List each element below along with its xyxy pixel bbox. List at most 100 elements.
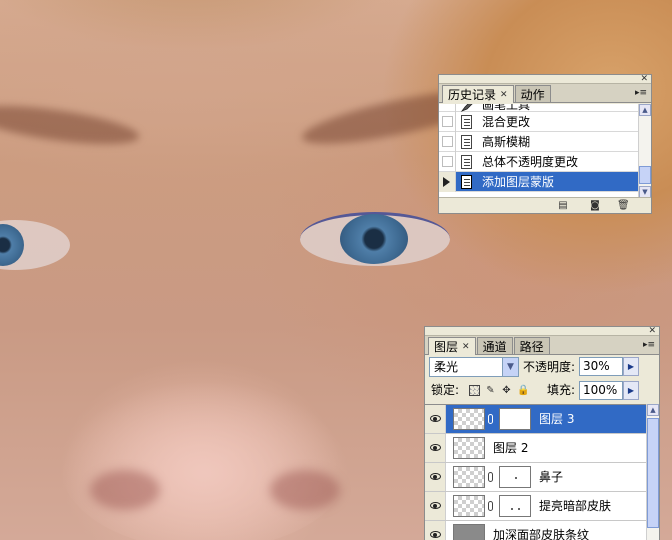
tab-actions[interactable]: 动作 [514, 85, 551, 102]
history-state-icon [460, 174, 476, 189]
history-state-marker[interactable] [439, 171, 456, 192]
history-item[interactable]: 混合更改 [439, 111, 638, 132]
visibility-toggle[interactable] [425, 463, 446, 491]
layer-row[interactable]: 提亮暗部皮肤 [425, 492, 646, 521]
layer-row[interactable]: 鼻子 [425, 463, 646, 492]
layer-mask-thumbnail[interactable] [499, 408, 531, 430]
history-list: 画笔工具 混合更改 高斯模糊 总体不透明度更改 添加图层蒙版 [439, 104, 638, 204]
panel-menu-icon[interactable]: ▸≡ [634, 87, 648, 99]
lock-label: 锁定: [431, 383, 460, 397]
create-snapshot-icon[interactable]: ◙ [589, 200, 601, 211]
snapshot-checkbox[interactable] [439, 111, 456, 132]
layer-name: 图层 3 [539, 412, 575, 426]
left-eyebrow [0, 98, 142, 152]
close-tab-icon[interactable]: ✕ [500, 90, 508, 100]
layer-name: 鼻子 [539, 470, 564, 484]
tab-actions-label: 动作 [520, 87, 545, 102]
layers-tabbar: 图层 ✕ 通道 路径 ▸≡ [425, 336, 659, 355]
scroll-up-button[interactable]: ▲ [639, 104, 651, 116]
brush-icon [460, 104, 476, 112]
layer-thumbnail [453, 408, 485, 430]
link-icon[interactable] [488, 472, 493, 482]
right-nostril [270, 470, 340, 510]
new-document-from-state-icon[interactable]: ▤ [557, 200, 569, 211]
eye-icon [430, 473, 441, 480]
history-panel-titlebar[interactable]: ✕ [439, 74, 651, 84]
snapshot-checkbox[interactable] [439, 131, 456, 152]
history-tabbar: 历史记录 ✕ 动作 ▸≡ [439, 84, 651, 103]
lock-transparency-icon[interactable] [469, 385, 480, 396]
panel-menu-icon[interactable]: ▸≡ [642, 339, 656, 351]
layer-name: 加深面部皮肤条纹 [493, 528, 590, 540]
visibility-toggle[interactable] [425, 492, 446, 520]
close-tab-icon[interactable]: ✕ [462, 342, 470, 352]
fill-slider-button[interactable]: ▶ [623, 381, 639, 400]
layers-panel: ✕ 图层 ✕ 通道 路径 ▸≡ 柔光 ▼ 不透明度: 30% ▶ 锁定: ✎ ✥… [424, 326, 660, 540]
tab-layers-label: 图层 [434, 340, 459, 354]
history-item-selected[interactable]: 添加图层蒙版 [439, 171, 638, 192]
fill-input[interactable]: 100% [579, 381, 623, 400]
scroll-thumb[interactable] [639, 166, 651, 184]
layer-thumbnail [453, 437, 485, 459]
history-scrollbar[interactable]: ▲ ▼ [638, 104, 651, 198]
eye-icon [430, 415, 441, 422]
left-nostril [90, 470, 160, 510]
eye-icon [430, 502, 441, 509]
opacity-label: 不透明度: [523, 360, 576, 374]
lock-pixels-icon[interactable]: ✎ [485, 385, 496, 396]
blend-mode-value: 柔光 [434, 360, 459, 374]
close-icon[interactable]: ✕ [640, 74, 648, 84]
scroll-thumb[interactable] [647, 418, 659, 528]
tab-paths-label: 路径 [519, 339, 544, 354]
opacity-value: 30% [583, 359, 610, 373]
layer-row-selected[interactable]: 图层 3 [425, 405, 646, 434]
tab-history-label: 历史记录 [448, 88, 497, 102]
history-footer: ▤ ◙ 🗑 [439, 197, 651, 213]
close-icon[interactable]: ✕ [648, 326, 656, 336]
layer-thumbnail [453, 524, 485, 540]
visibility-toggle[interactable] [425, 405, 446, 433]
right-iris [340, 214, 408, 264]
layer-mask-thumbnail[interactable] [499, 495, 531, 517]
history-state-icon [460, 154, 476, 169]
tab-history[interactable]: 历史记录 ✕ [442, 85, 514, 103]
layer-mask-thumbnail[interactable] [499, 466, 531, 488]
fill-value: 100% [583, 383, 618, 397]
history-item[interactable]: 高斯模糊 [439, 131, 638, 152]
tab-paths[interactable]: 路径 [513, 337, 550, 354]
lock-all-icon[interactable]: 🔒 [517, 385, 529, 396]
layer-thumbnail [453, 466, 485, 488]
trash-icon[interactable]: 🗑 [617, 200, 630, 211]
tab-layers[interactable]: 图层 ✕ [428, 337, 476, 355]
lock-position-icon[interactable]: ✥ [501, 385, 512, 396]
chevron-down-icon[interactable]: ▼ [502, 358, 518, 376]
history-item[interactable]: 画笔工具 [439, 104, 638, 112]
snapshot-checkbox[interactable] [439, 104, 456, 112]
history-item-label: 总体不透明度更改 [482, 155, 579, 169]
history-state-icon [460, 134, 476, 149]
history-item[interactable]: 总体不透明度更改 [439, 151, 638, 172]
layers-scrollbar[interactable]: ▲ [646, 404, 659, 540]
tab-channels[interactable]: 通道 [476, 337, 513, 354]
nose-region [60, 380, 350, 540]
link-icon[interactable] [488, 414, 493, 424]
layers-panel-titlebar[interactable]: ✕ [425, 326, 659, 336]
layer-row[interactable]: 图层 2 [425, 434, 646, 463]
blend-mode-select[interactable]: 柔光 ▼ [429, 357, 519, 377]
opacity-input[interactable]: 30% [579, 357, 623, 376]
layer-name: 提亮暗部皮肤 [539, 499, 612, 513]
layer-thumbnail [453, 495, 485, 517]
snapshot-checkbox[interactable] [439, 151, 456, 172]
scroll-up-button[interactable]: ▲ [647, 404, 659, 416]
history-item-label: 高斯模糊 [482, 135, 531, 149]
visibility-toggle[interactable] [425, 434, 446, 462]
fill-label: 填充: [547, 383, 576, 397]
link-icon[interactable] [488, 501, 493, 511]
history-state-icon [460, 114, 476, 129]
layer-name: 图层 2 [493, 441, 529, 455]
visibility-toggle[interactable] [425, 521, 446, 540]
eye-icon [430, 444, 441, 451]
layers-list: 图层 3 图层 2 鼻子 提亮暗部皮肤 加深面部皮肤条纹 [425, 404, 646, 540]
layer-row[interactable]: 加深面部皮肤条纹 [425, 521, 646, 540]
opacity-slider-button[interactable]: ▶ [623, 357, 639, 376]
